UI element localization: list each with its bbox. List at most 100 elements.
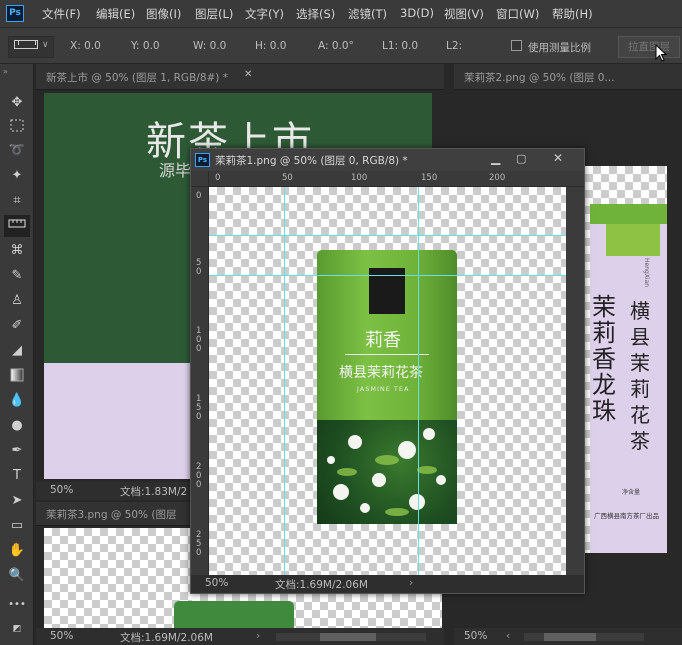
left-zoom[interactable]: 50% (50, 484, 73, 496)
bottom-zoom[interactable]: 50% (50, 630, 73, 642)
tool-list: ✥ ➰ ✦ ⌗ ⌘ ✎ ♙ ✐ ◢ 💧 ● ✒ T ➤ ▭ ✋ 🔍 ••• ◩ (0, 78, 34, 638)
ruler-v-150: 150 (196, 394, 202, 422)
tab-new-tea[interactable]: 新茶上市 @ 50% (图层 1, RGB/8#) * (46, 70, 228, 85)
menu-edit[interactable]: 编辑(E) (96, 6, 135, 22)
path-selection-tool-icon[interactable]: ➤ (4, 490, 30, 512)
history-brush-tool-icon[interactable]: ✐ (4, 315, 30, 337)
more-tools-icon[interactable]: ••• (4, 594, 30, 616)
ruler-v-50: 50 (196, 258, 202, 277)
hand-tool-icon[interactable]: ✋ (4, 540, 30, 562)
pen-tool-icon[interactable]: ✒ (4, 440, 30, 462)
floating-title-bar[interactable]: Ps 茉莉茶1.png @ 50% (图层 0, RGB/8) * ▁ ▢ ✕ (191, 149, 584, 171)
tin-name: 横县茉莉花茶 (339, 365, 423, 381)
box-title: 茉莉香龙珠 (592, 293, 616, 425)
vertical-guide[interactable] (284, 187, 285, 575)
scroll-right-icon[interactable]: › (256, 630, 260, 642)
tea-tin: 莉香 横县茉莉花茶 JASMINE TEA (317, 250, 457, 524)
panel-collapse-icon[interactable]: » (3, 67, 8, 76)
ruler-v-200: 200 (196, 462, 202, 490)
tab-jasmine-2[interactable]: 茉莉茶2.png @ 50% (图层 0... (464, 70, 614, 85)
gradient-tool-icon[interactable] (4, 365, 30, 387)
box-latin: HengXian (643, 258, 650, 288)
horizontal-scrollbar[interactable] (276, 633, 426, 641)
blur-tool-icon[interactable]: 💧 (4, 390, 30, 412)
left-doc-size: 文档:1.83M/2 (120, 486, 188, 498)
menu-3d[interactable]: 3D(D) (400, 6, 434, 20)
close-icon[interactable]: ✕ (244, 69, 252, 80)
ruler-tool-icon (14, 40, 38, 49)
floating-document-window[interactable]: Ps 茉莉茶1.png @ 50% (图层 0, RGB/8) * ▁ ▢ ✕ … (190, 148, 585, 594)
menu-file[interactable]: 文件(F) (42, 6, 81, 22)
color-swatches-icon[interactable]: ◩ (4, 618, 30, 640)
bottom-canvas (44, 528, 192, 628)
ruler-h-0: 0 (215, 173, 221, 183)
tin-divider (345, 354, 429, 355)
right-zoom[interactable]: 50% (464, 630, 487, 642)
box-net-weight: 净含量 (622, 489, 641, 496)
photoshop-logo-icon: Ps (6, 5, 24, 22)
brush-tool-icon[interactable]: ✎ (4, 265, 30, 287)
maximize-icon[interactable]: ▢ (516, 152, 526, 165)
ruler-h-150: 150 (421, 173, 438, 183)
ruler-h-200: 200 (489, 173, 506, 183)
marquee-tool-icon[interactable] (4, 116, 30, 138)
crop-tool-icon[interactable]: ⌗ (4, 190, 30, 212)
straighten-layer-button[interactable]: 拉直图层 (618, 36, 680, 58)
tab-jasmine-3[interactable]: 茉莉茶3.png @ 50% (图层 (46, 507, 176, 522)
clone-stamp-tool-icon[interactable]: ♙ (4, 290, 30, 312)
status-menu-arrow-icon[interactable]: › (409, 577, 413, 589)
use-measurement-scale-label: 使用测量比例 (528, 42, 591, 54)
menu-view[interactable]: 视图(V) (444, 6, 484, 22)
menu-layer[interactable]: 图层(L) (195, 6, 233, 22)
rectangle-tool-icon[interactable]: ▭ (4, 515, 30, 537)
dodge-tool-icon[interactable]: ● (4, 415, 30, 437)
horizontal-guide[interactable] (209, 275, 566, 276)
vertical-guide[interactable] (418, 187, 419, 575)
healing-brush-tool-icon[interactable]: ⌘ (4, 240, 30, 262)
right-doc-tabbar: 茉莉茶2.png @ 50% (图层 0... (454, 64, 682, 90)
horizontal-guide[interactable] (209, 235, 566, 236)
ruler-tool-button[interactable] (4, 215, 30, 237)
menu-window[interactable]: 窗口(W) (496, 6, 539, 22)
use-measurement-scale-checkbox[interactable] (511, 40, 522, 51)
menu-type[interactable]: 文字(Y) (245, 6, 284, 22)
menu-help[interactable]: 帮助(H) (552, 6, 593, 22)
menu-select[interactable]: 选择(S) (296, 6, 335, 22)
scroll-left-icon[interactable]: ‹ (506, 630, 510, 642)
measure-w: W: 0.0 (193, 40, 227, 52)
ruler-origin[interactable] (191, 171, 209, 187)
right-horizontal-scrollbar[interactable] (524, 633, 644, 641)
chevron-down-icon[interactable]: ∨ (42, 40, 49, 50)
box-green-flap (606, 224, 660, 256)
minimize-icon[interactable]: ▁ (491, 151, 500, 165)
vertical-ruler: 0 50 100 150 200 250 (191, 187, 209, 575)
measure-l1: L1: 0.0 (382, 40, 419, 52)
mouse-cursor-icon (655, 44, 667, 62)
floating-zoom[interactable]: 50% (205, 577, 228, 589)
type-tool-icon[interactable]: T (4, 465, 30, 487)
box-green-band (590, 204, 667, 224)
measure-l2: L2: (446, 40, 463, 52)
measure-x: X: 0.0 (70, 40, 101, 52)
magic-wand-tool-icon[interactable]: ✦ (4, 165, 30, 187)
eraser-tool-icon[interactable]: ◢ (4, 340, 30, 362)
floating-doc-size: 文档:1.69M/2.06M (275, 579, 368, 591)
lasso-tool-icon[interactable]: ➰ (4, 140, 30, 162)
bottom-status-bar: 50% 文档:1.69M/2.06M › (36, 628, 444, 645)
ruler-h-50: 50 (282, 173, 293, 183)
close-window-icon[interactable]: ✕ (553, 151, 563, 165)
menu-filter[interactable]: 滤镜(T) (348, 6, 387, 22)
horizontal-ruler: 0 50 100 150 200 (209, 171, 584, 187)
ruler-v-0: 0 (196, 191, 202, 201)
box-vendor: 广西横县南方茶厂出品 (594, 512, 659, 520)
scroll-thumb[interactable] (320, 633, 376, 641)
subline: 源毕 (159, 161, 192, 180)
tin-brand: 莉香 (365, 330, 401, 351)
right-canvas-box: HengXian 茉莉香龙珠 横县茉莉花茶 净含量 广西横县南方茶厂出品 (590, 204, 667, 553)
right-scroll-thumb[interactable] (544, 633, 596, 641)
move-tool-icon[interactable]: ✥ (4, 92, 30, 114)
vertical-scroll-track[interactable] (566, 187, 584, 575)
menu-image[interactable]: 图像(I) (146, 6, 181, 22)
measure-y: Y: 0.0 (131, 40, 160, 52)
zoom-tool-icon[interactable]: 🔍 (4, 565, 30, 587)
